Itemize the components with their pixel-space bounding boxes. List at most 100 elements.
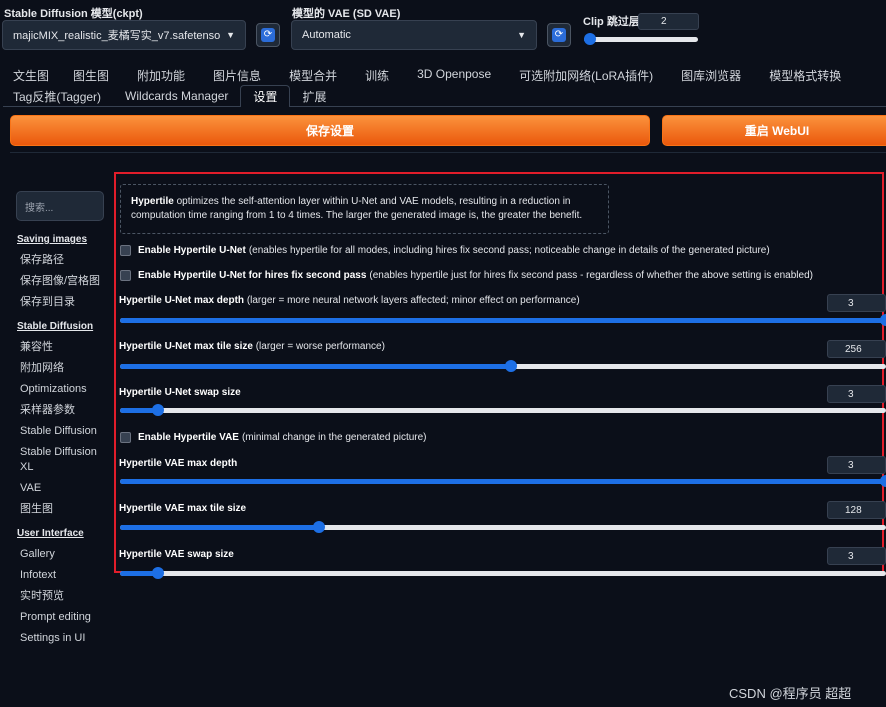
tab-1[interactable]: 图生图 [59, 67, 123, 84]
chevron-down-icon: ▼ [517, 30, 526, 40]
slider-title: Hypertile U-Net max depth [119, 295, 245, 306]
sidebar-item[interactable]: 保存路径 [17, 250, 109, 271]
sidebar-item[interactable]: 采样器参数 [17, 400, 109, 421]
option-title: Enable Hypertile VAE [138, 432, 239, 443]
unet-max-tile-size-slider[interactable] [120, 360, 886, 372]
enable-hypertile-hires-option[interactable]: Enable Hypertile U-Net for hires fix sec… [120, 270, 813, 281]
vae-max-depth-input[interactable]: 3 [827, 456, 886, 474]
tab2-2[interactable]: 设置 [240, 85, 291, 107]
clip-skip-input[interactable]: 2 [638, 13, 699, 30]
vae-dropdown[interactable]: Automatic ▼ [291, 20, 537, 50]
sidebar-heading[interactable]: User Interface [17, 528, 109, 539]
slider-title: Hypertile U-Net swap size [119, 387, 241, 398]
vae-swap-size-slider[interactable] [120, 567, 886, 579]
divider [10, 152, 886, 153]
unet-max-depth-input[interactable]: 3 [827, 294, 886, 312]
sidebar-item[interactable]: 保存图像/宫格图 [17, 271, 109, 292]
slider-thumb[interactable] [880, 314, 886, 326]
tab-4[interactable]: 模型合并 [275, 67, 351, 84]
option-title: Enable Hypertile U-Net [138, 245, 246, 256]
slider-title: Hypertile VAE swap size [119, 549, 234, 560]
vae-label: 模型的 VAE (SD VAE) [292, 8, 401, 20]
clip-skip-label: Clip 跳过层 [583, 16, 640, 28]
tab-7[interactable]: 可选附加网络(LoRA插件) [505, 67, 667, 84]
enable-hypertile-unet-checkbox[interactable] [120, 245, 131, 256]
slider-desc: (larger = more neural network layers aff… [246, 295, 580, 306]
description-line2: computation time ranging from 1 to 4 tim… [131, 210, 583, 221]
tab2-0[interactable]: Tag反推(Tagger) [3, 88, 113, 105]
sidebar-item[interactable]: Settings in UI [17, 628, 109, 649]
sidebar-item[interactable]: 附加网络 [17, 358, 109, 379]
tab2-1[interactable]: Wildcards Manager [113, 89, 240, 103]
sidebar-item[interactable]: 保存到目录 [17, 292, 109, 313]
vae-max-tile-size-slider[interactable] [120, 521, 886, 533]
slider-thumb[interactable] [880, 475, 886, 487]
slider-thumb[interactable] [504, 360, 517, 372]
main-tabs-row2: Tag反推(Tagger) Wildcards Manager 设置 扩展 [3, 85, 886, 107]
enable-hypertile-unet-option[interactable]: Enable Hypertile U-Net (enables hypertile… [120, 245, 770, 256]
vae-max-depth-slider[interactable] [120, 475, 886, 487]
checkpoint-value: majicMIX_realistic_麦橘写实_v7.safetensors [… [13, 30, 221, 42]
option-desc: (enables hypertile for all modes, includ… [248, 245, 770, 256]
sidebar-item[interactable]: Gallery [17, 544, 109, 565]
enable-hypertile-vae-option[interactable]: Enable Hypertile VAE (minimal change in t… [120, 432, 427, 443]
tab-3[interactable]: 图片信息 [199, 67, 275, 84]
refresh-icon: ⟳ [552, 28, 566, 42]
checkpoint-dropdown[interactable]: majicMIX_realistic_麦橘写实_v7.safetensors [… [2, 20, 246, 50]
chevron-down-icon: ▼ [226, 30, 235, 40]
refresh-checkpoint-button[interactable]: ⟳ [256, 23, 280, 47]
enable-hypertile-hires-checkbox[interactable] [120, 270, 131, 281]
sidebar-item[interactable]: Optimizations [17, 379, 109, 400]
tab2-3[interactable]: 扩展 [290, 88, 338, 105]
option-desc: (minimal change in the generated picture… [241, 432, 427, 443]
sidebar-heading[interactable]: Saving images [17, 234, 109, 245]
unet-swap-size-label: Hypertile U-Net swap size [119, 387, 241, 398]
sidebar-item[interactable]: 图生图 [17, 499, 109, 520]
unet-swap-size-slider[interactable] [120, 404, 886, 416]
vae-swap-size-label: Hypertile VAE swap size [119, 549, 234, 560]
vae-max-tile-size-label: Hypertile VAE max tile size [119, 503, 246, 514]
restart-webui-button[interactable]: 重启 WebUI [662, 115, 886, 146]
unet-swap-size-input[interactable]: 3 [827, 385, 886, 403]
tab-0[interactable]: 文生图 [3, 67, 59, 84]
save-settings-button[interactable]: 保存设置 [10, 115, 650, 146]
unet-max-depth-label: Hypertile U-Net max depth (larger = more… [119, 295, 580, 306]
refresh-icon: ⟳ [261, 28, 275, 42]
slider-fill [120, 318, 886, 323]
tab-8[interactable]: 图库浏览器 [667, 67, 755, 84]
hypertile-description: Hypertile optimizes the self-attention l… [120, 184, 609, 234]
tab-6[interactable]: 3D Openpose [403, 67, 505, 84]
slider-thumb[interactable] [152, 567, 165, 579]
sidebar-item[interactable]: 实时预览 [17, 586, 109, 607]
unet-max-tile-size-input[interactable]: 256 [827, 340, 886, 358]
vae-max-tile-size-input[interactable]: 128 [827, 501, 886, 519]
refresh-vae-button[interactable]: ⟳ [547, 23, 571, 47]
clip-skip-slider[interactable] [583, 33, 698, 45]
description-line1: optimizes the self-attention layer withi… [173, 196, 571, 207]
sidebar-heading[interactable]: Stable Diffusion [17, 321, 109, 332]
tab-2[interactable]: 附加功能 [123, 67, 199, 84]
sidebar-item[interactable]: Infotext [17, 565, 109, 586]
enable-hypertile-vae-checkbox[interactable] [120, 432, 131, 443]
slider-title: Hypertile U-Net max tile size [119, 341, 253, 352]
sidebar-item[interactable]: Stable Diffusion XL [17, 442, 109, 478]
unet-max-tile-size-label: Hypertile U-Net max tile size (larger = … [119, 341, 385, 352]
clip-skip-thumb[interactable] [583, 33, 596, 45]
tab-9[interactable]: 模型格式转换 [755, 67, 855, 84]
vae-swap-size-input[interactable]: 3 [827, 547, 886, 565]
settings-search-input[interactable]: 搜索... [16, 191, 104, 221]
slider-desc: (larger = worse performance) [255, 341, 385, 352]
option-title: Enable Hypertile U-Net for hires fix sec… [138, 270, 367, 281]
slider-fill [120, 479, 886, 484]
sidebar-item[interactable]: Prompt editing [17, 607, 109, 628]
unet-max-depth-slider[interactable] [120, 314, 886, 326]
sidebar-item[interactable]: VAE [17, 478, 109, 499]
slider-track [120, 521, 886, 533]
slider-title: Hypertile VAE max depth [119, 458, 238, 469]
tab-5[interactable]: 训练 [351, 67, 403, 84]
watermark: CSDN @程序员 超超 [729, 686, 852, 701]
sidebar-item[interactable]: Stable Diffusion [17, 421, 109, 442]
vae-value: Automatic [302, 29, 351, 41]
sidebar-item[interactable]: 兼容性 [17, 337, 109, 358]
slider-track [120, 360, 886, 372]
